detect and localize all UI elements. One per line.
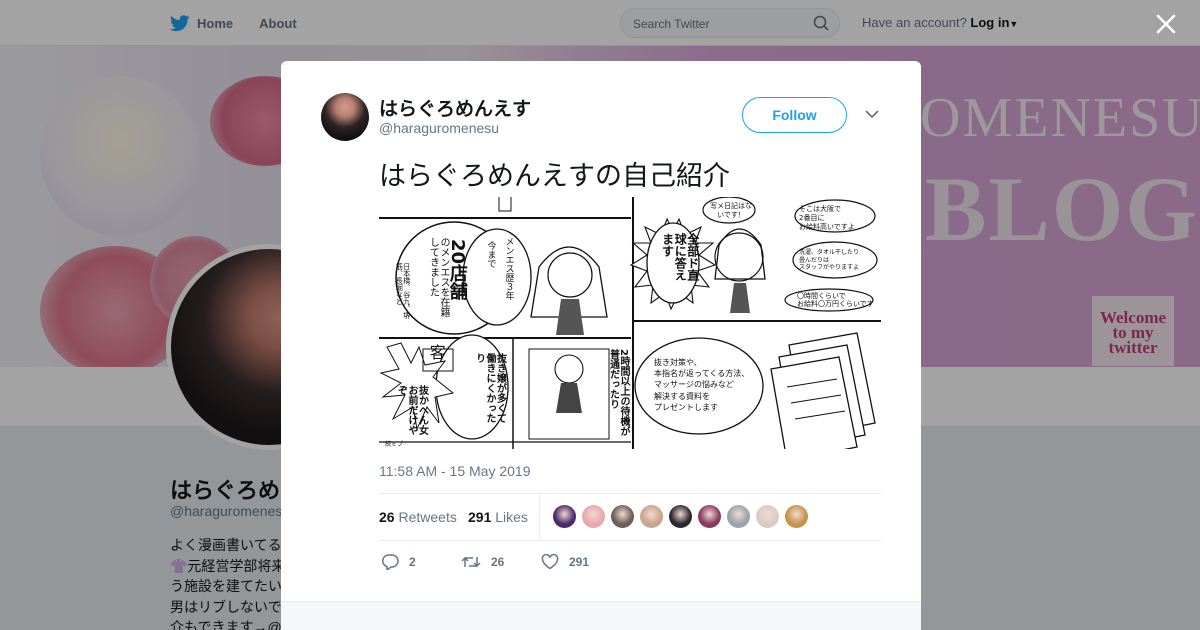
retweets-label: Retweets: [398, 509, 457, 525]
liker-avatar[interactable]: [640, 505, 663, 528]
manga-text: 抜き嬢が多くて働きにくかったり: [473, 353, 506, 423]
liker-avatar[interactable]: [785, 505, 808, 528]
manga-line: 解決する資料を: [654, 391, 710, 401]
like-button[interactable]: 291: [541, 554, 589, 570]
liker-avatar[interactable]: [698, 505, 721, 528]
manga-text: 20店舗: [446, 239, 468, 301]
liker-avatar[interactable]: [553, 505, 576, 528]
manga-line: 洗濯、タオル干したり: [799, 249, 860, 256]
tweet-text: はらぐろめんえすの自己紹介: [379, 161, 730, 191]
manga-text: 抜き対策や、 本指名が返ってくる方法、 マッサージの悩みなど 解決する資料を プ…: [654, 357, 749, 413]
liker-avatar[interactable]: [669, 505, 692, 528]
manga-text: 洗濯、タオル干したり 畳んだりは スタッフがやりますよ: [799, 249, 859, 272]
manga-line: 畳んだりは: [799, 256, 830, 264]
manga-text: メンエス歴３年: [503, 237, 514, 300]
likes-label: Likes: [495, 509, 528, 525]
manga-panel-frames: [379, 197, 881, 449]
chevron-down-icon[interactable]: [865, 109, 879, 119]
retweet-count: 26: [491, 555, 505, 569]
likes-stat[interactable]: 291 Likes: [468, 509, 528, 525]
tweet-stats: 26 Retweets 291 Likes: [379, 493, 881, 541]
modal-footer: [281, 601, 921, 630]
retweet-button[interactable]: 26: [461, 554, 504, 570]
liker-avatar[interactable]: [727, 505, 750, 528]
like-count: 291: [569, 555, 590, 569]
manga-text: 日本橋、谷九、堺筋、長堀など: [395, 263, 411, 319]
stats-divider: [539, 494, 540, 541]
author-avatar[interactable]: [321, 93, 369, 141]
close-icon[interactable]: [1155, 13, 1177, 35]
manga-line: プレゼントします: [654, 402, 718, 412]
manga-line: 抜き対策や、: [654, 358, 702, 367]
manga-text: 全部ド直球に答えます: [660, 233, 700, 281]
liker-avatars: [553, 505, 808, 528]
manga-line: そこは大阪で: [799, 205, 841, 213]
manga-line: マッサージの悩みなど: [654, 380, 734, 390]
tweet-manga-image[interactable]: メンエス歴３年 今まで 20店舗 のメンエスを在籍してきました 日本橋、谷九、堺…: [379, 197, 881, 449]
reply-icon: [381, 554, 399, 570]
manga-text: 今まで: [485, 241, 496, 268]
manga-text: 2時間以上の待機が普通だったり: [607, 349, 630, 436]
follow-button[interactable]: Follow: [742, 97, 847, 133]
liker-avatar[interactable]: [611, 505, 634, 528]
manga-text: のメンエスを在籍してきました: [427, 237, 450, 317]
manga-text: 写メ日記はないです！: [710, 202, 752, 219]
tweet-timestamp[interactable]: 11:58 AM - 15 May 2019: [379, 463, 531, 479]
manga-text: 抜かへん女お前だけやぞ: [395, 385, 428, 435]
manga-line: 本指名が返ってくる方法、: [654, 369, 750, 379]
author-handle[interactable]: @haraguromenesu: [379, 120, 499, 136]
manga-text: 〇時間くらいで お給料〇万円くらいです: [797, 292, 874, 308]
manga-line: 2番目に: [799, 213, 825, 222]
manga-line: お給料〇万円くらいです: [797, 299, 874, 308]
liker-avatar[interactable]: [582, 505, 605, 528]
heart-icon: [541, 554, 559, 570]
retweets-count: 26: [379, 509, 395, 525]
manga-text: 客: [426, 344, 446, 360]
likes-count: 291: [468, 509, 492, 525]
manga-text: 続ミブ: [385, 441, 404, 448]
tweet-modal: はらぐろめんえす @haraguromenesu Follow はらぐろめんえす…: [281, 61, 921, 630]
retweet-icon: [461, 556, 481, 568]
author-name[interactable]: はらぐろめんえす: [379, 94, 531, 121]
reply-count: 2: [409, 555, 416, 569]
manga-line: スタッフがやりますよ: [799, 264, 860, 271]
liker-avatar[interactable]: [756, 505, 779, 528]
reply-button[interactable]: 2: [381, 554, 416, 570]
retweets-stat[interactable]: 26 Retweets: [379, 509, 457, 525]
manga-text: そこは大阪で 2番目に お給料高いですよ: [799, 205, 855, 231]
manga-line: お給料高いですよ: [799, 222, 855, 231]
